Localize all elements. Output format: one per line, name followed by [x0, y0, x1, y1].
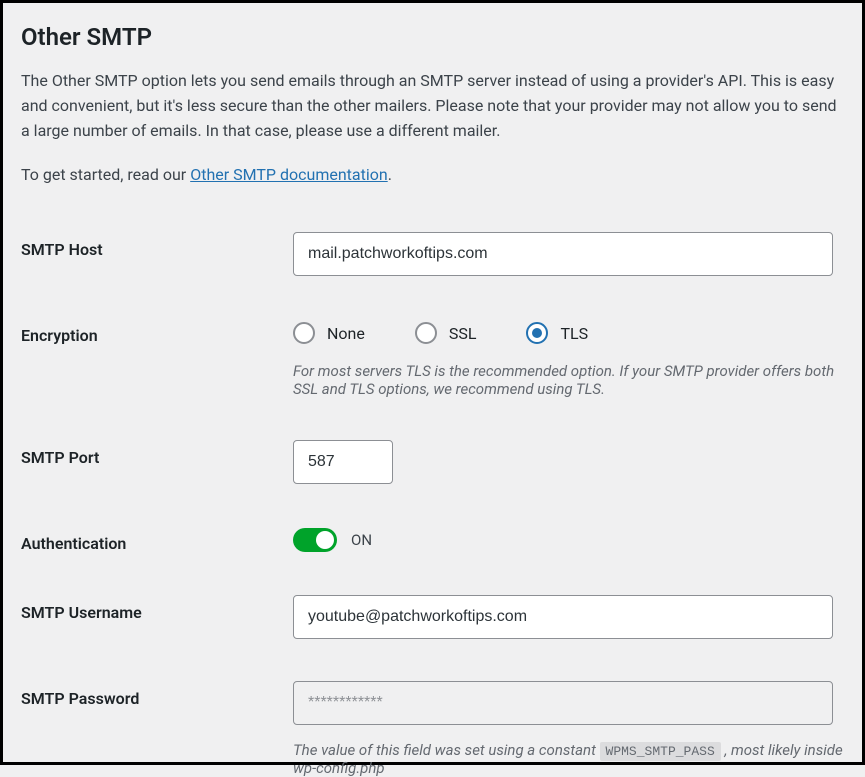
auth-toggle-state: ON [351, 531, 372, 549]
label-smtp-port: SMTP Port [21, 440, 293, 467]
note-code: WPMS_SMTP_PASS [600, 742, 721, 761]
smtp-username-input[interactable] [293, 595, 833, 639]
radio-label-none: None [327, 324, 365, 343]
encryption-option-tls[interactable]: TLS [526, 322, 588, 344]
row-smtp-username: SMTP Username [21, 595, 844, 639]
radio-label-tls: TLS [560, 324, 588, 343]
smtp-port-input[interactable] [293, 440, 393, 484]
intro-prefix: To get started, read our [21, 165, 190, 184]
encryption-radio-group: None SSL TLS [293, 318, 844, 344]
radio-label-ssl: SSL [449, 324, 477, 343]
label-authentication: Authentication [21, 526, 293, 553]
doc-link[interactable]: Other SMTP documentation [190, 165, 388, 184]
toggle-knob-icon [316, 531, 334, 549]
intro-text: To get started, read our Other SMTP docu… [21, 163, 844, 188]
row-smtp-host: SMTP Host [21, 232, 844, 276]
intro-suffix: . [388, 165, 392, 184]
label-encryption: Encryption [21, 318, 293, 345]
encryption-option-none[interactable]: None [293, 322, 365, 344]
radio-icon [415, 322, 437, 344]
label-smtp-username: SMTP Username [21, 595, 293, 622]
description-text: The Other SMTP option lets you send emai… [21, 69, 844, 143]
page-title: Other SMTP [21, 23, 844, 51]
row-smtp-port: SMTP Port [21, 440, 844, 484]
encryption-option-ssl[interactable]: SSL [415, 322, 477, 344]
smtp-host-input[interactable] [293, 232, 833, 276]
row-smtp-password: SMTP Password The value of this field wa… [21, 681, 844, 777]
auth-toggle[interactable] [293, 528, 337, 552]
row-encryption: Encryption None SSL TLS For most servers… [21, 318, 844, 398]
password-constant-note: The value of this field was set using a … [293, 741, 844, 777]
row-authentication: Authentication ON [21, 526, 844, 553]
encryption-help-text: For most servers TLS is the recommended … [293, 362, 844, 398]
label-smtp-host: SMTP Host [21, 232, 293, 259]
radio-icon-selected [526, 322, 548, 344]
note-prefix: The value of this field was set using a … [293, 741, 600, 759]
radio-icon [293, 322, 315, 344]
smtp-password-input [293, 681, 833, 725]
label-smtp-password: SMTP Password [21, 681, 293, 708]
